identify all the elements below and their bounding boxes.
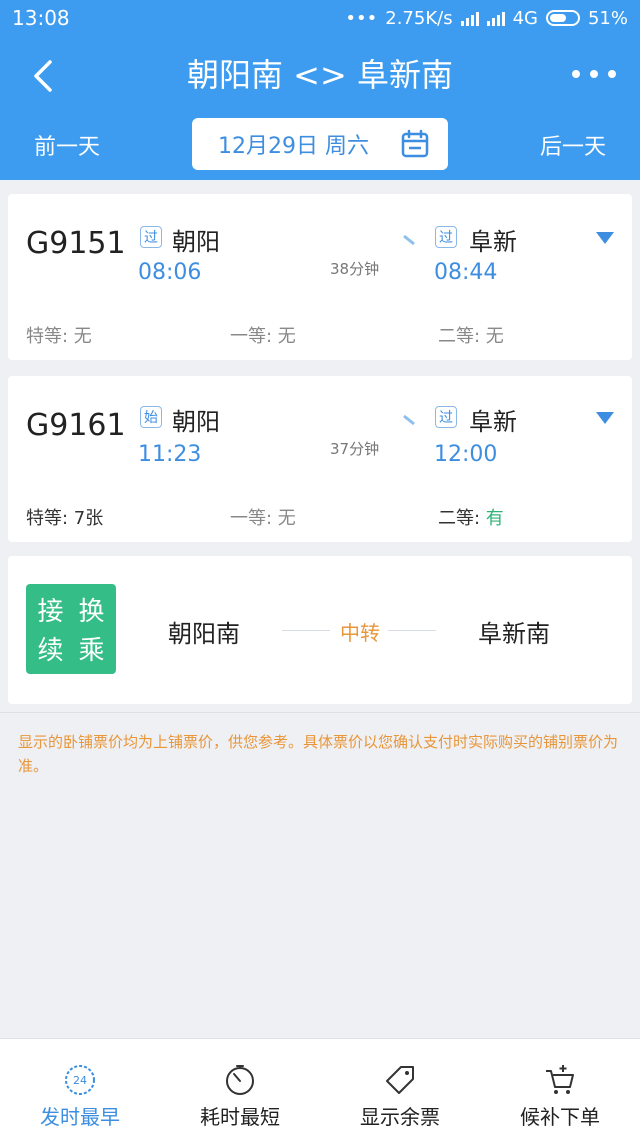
badge-char: 换: [78, 597, 105, 627]
signal-icon: [486, 10, 505, 26]
date-label: 12月29日 周六: [218, 134, 369, 159]
waitlist-order-button[interactable]: 候补下单: [480, 1039, 640, 1138]
expand-triangle-icon[interactable]: [596, 412, 614, 424]
seat-special-class: 特等: 7张: [26, 508, 104, 529]
travel-duration: 37分钟: [330, 440, 380, 458]
battery-icon: [545, 10, 580, 26]
show-remaining-tickets-button[interactable]: 显示余票: [320, 1039, 480, 1138]
departure-station: 朝阳: [172, 228, 220, 256]
sort-earliest-departure-button[interactable]: 24 发时最早: [0, 1039, 160, 1138]
travel-duration: 38分钟: [330, 260, 380, 278]
train-number: G9151: [26, 226, 126, 261]
seat-second-label: 二等:: [438, 508, 486, 529]
seat-first-class: 一等: 无: [230, 326, 296, 347]
more-notifications-icon: •••: [345, 7, 378, 29]
cart-add-icon: [546, 1065, 574, 1094]
back-icon[interactable]: [26, 56, 66, 96]
dot-icon: [590, 70, 598, 78]
svg-text:24: 24: [73, 1074, 87, 1087]
arrival-station: 阜新: [469, 408, 517, 436]
status-indicators: ••• 2.75K/s 4G 51%: [345, 8, 628, 29]
badge-char: 乘: [78, 636, 105, 666]
departure-tag: 始: [140, 406, 162, 428]
direction-arrow-icon: [298, 234, 415, 246]
transfer-to-station: 阜新南: [478, 620, 550, 648]
page-title: 朝阳南 <> 阜新南: [187, 56, 453, 94]
date-selector[interactable]: 12月29日 周六: [192, 118, 448, 170]
direction-arrow-icon: [298, 414, 415, 426]
seat-special-class: 特等: 无: [26, 326, 92, 347]
transfer-line: [388, 630, 436, 631]
seat-second-value: 有: [485, 508, 504, 529]
bottom-bar-label: 显示余票: [360, 1105, 440, 1129]
transfer-badge: 接 换 续 乘: [26, 584, 116, 674]
dot-icon: [608, 70, 616, 78]
transfer-card[interactable]: 接 换 续 乘 朝阳南 中转 阜新南: [8, 556, 632, 704]
seat-second-class: 二等: 有: [438, 504, 504, 530]
price-notice: 显示的卧铺票价均为上铺票价，供您参考。具体票价以您确认支付时实际购买的铺别票价为…: [18, 733, 619, 775]
train-card-g9151[interactable]: G9151 过 朝阳 08:06 38分钟 过 阜新 08:44 特等: 无 一…: [8, 194, 632, 360]
divider: [0, 712, 640, 713]
train-number: G9161: [26, 408, 126, 443]
stopwatch-icon: [226, 1065, 254, 1095]
arrival-tag: 过: [435, 406, 457, 428]
transfer-line: [282, 630, 330, 631]
expand-triangle-icon[interactable]: [596, 232, 614, 244]
more-menu-button[interactable]: [572, 62, 616, 86]
departure-tag: 过: [140, 226, 162, 248]
sort-shortest-duration-button[interactable]: 耗时最短: [160, 1039, 320, 1138]
signal-icon: [460, 10, 479, 26]
seat-first-class: 一等: 无: [230, 508, 296, 529]
calendar-icon: [401, 129, 429, 158]
seat-second-value: 无: [485, 326, 504, 347]
arrival-tag: 过: [435, 226, 457, 248]
arrival-time: 12:00: [434, 442, 498, 467]
bottom-bar-label: 耗时最短: [200, 1105, 280, 1129]
departure-time: 11:23: [138, 442, 202, 467]
network-type: 4G: [512, 7, 538, 29]
status-bar: 13:08 ••• 2.75K/s 4G 51%: [0, 0, 640, 36]
status-time: 13:08: [12, 6, 70, 30]
badge-char: 接: [37, 597, 64, 627]
next-day-button[interactable]: 后一天: [540, 129, 606, 161]
arrival-station: 阜新: [469, 228, 517, 256]
tag-icon: [386, 1066, 414, 1094]
departure-station: 朝阳: [172, 408, 220, 436]
dot-icon: [572, 70, 580, 78]
bottom-bar-label: 发时最早: [40, 1105, 120, 1129]
departure-time: 08:06: [138, 260, 202, 285]
seat-second-class: 二等: 无: [438, 322, 504, 348]
header: 朝阳南 <> 阜新南 前一天 12月29日 周六 后一天: [0, 36, 640, 180]
battery-level: 51%: [587, 7, 628, 29]
train-card-g9161[interactable]: G9161 始 朝阳 11:23 37分钟 过 阜新 12:00 特等: 7张 …: [8, 376, 632, 542]
badge-char: 续: [37, 636, 64, 666]
arrival-time: 08:44: [434, 260, 498, 285]
bottom-sort-bar: 24 发时最早 耗时最短 显示余票 候补下单: [0, 1038, 640, 1138]
prev-day-button[interactable]: 前一天: [34, 129, 100, 161]
network-speed: 2.75K/s: [385, 7, 453, 29]
clock-24-icon: 24: [65, 1065, 95, 1095]
transfer-from-station: 朝阳南: [168, 620, 240, 648]
transfer-middle-label: 中转: [340, 621, 380, 645]
bottom-bar-label: 候补下单: [520, 1105, 600, 1129]
seat-second-label: 二等:: [438, 326, 486, 347]
